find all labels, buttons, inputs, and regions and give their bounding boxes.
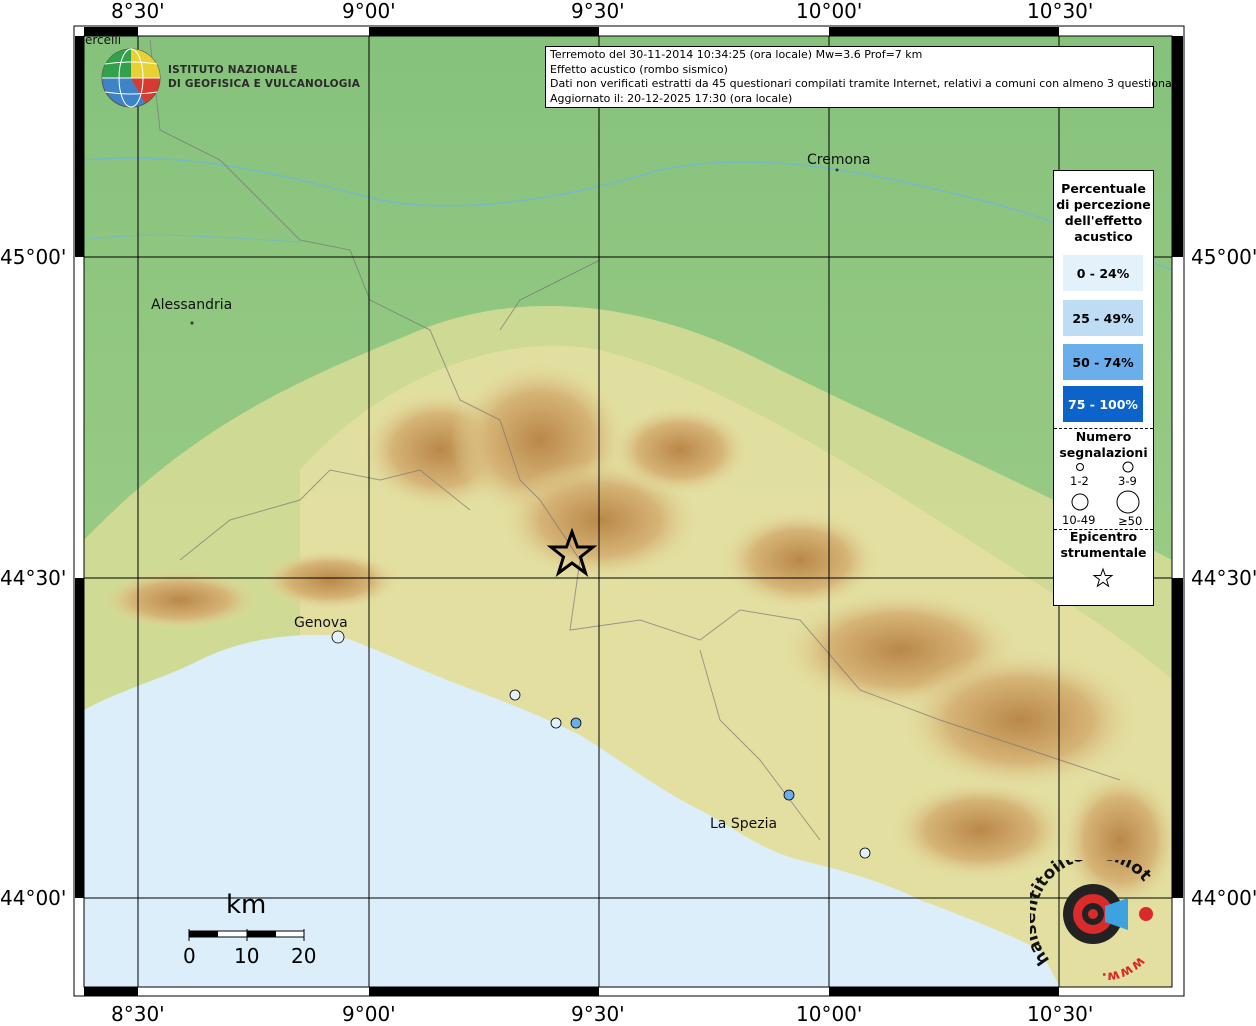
legend-title-line4: acustico xyxy=(1074,229,1133,244)
legend-count-3: 10-49 xyxy=(1062,513,1096,527)
top-lon-label: 8°30' xyxy=(111,0,165,23)
haisentito-logo-url: www. xyxy=(1101,953,1148,980)
top-lon-label: 10°30' xyxy=(1027,0,1094,23)
scale-tick-label: 0 xyxy=(183,944,196,968)
legend-count-4: ≥50 xyxy=(1118,514,1143,528)
event-info-box: Terremoto del 30-11-2014 10:34:25 (ora l… xyxy=(545,46,1183,108)
scale-tick-label: 20 xyxy=(291,944,317,968)
obs-marker-moneglia xyxy=(570,717,582,729)
haisentito-logo-text: haisentitoilterremoto.it xyxy=(1030,860,1155,969)
legend-star-icon xyxy=(1092,567,1114,588)
right-lat-label: 44°00' xyxy=(1191,886,1256,910)
bottom-lon-label: 8°30' xyxy=(111,1002,165,1026)
legend-count-1: 1-2 xyxy=(1070,474,1089,488)
legend-count-title-line1: Numero xyxy=(1075,429,1132,444)
city-label-vercelli: ercelli xyxy=(85,33,122,47)
scale-tick-label: 10 xyxy=(234,944,260,968)
left-lat-label: 44°30' xyxy=(0,566,67,590)
left-lat-label: 45°00' xyxy=(0,245,67,269)
obs-marker-chiavari xyxy=(509,689,521,701)
city-label-genova: Genova xyxy=(294,615,348,631)
bottom-lon-label: 9°30' xyxy=(571,1002,625,1026)
bottom-lon-label: 10°00' xyxy=(796,1002,863,1026)
obs-marker-carrara xyxy=(859,847,871,859)
legend-class-1: 25 - 49% xyxy=(1063,300,1143,336)
city-label-cremona: Cremona xyxy=(807,152,871,168)
ingv-logo-globe xyxy=(101,48,161,108)
legend-title-line1: Percentuale xyxy=(1061,181,1146,196)
legend-epi-title-line1: Epicentro xyxy=(1069,529,1138,544)
top-lon-label: 9°00' xyxy=(342,0,396,23)
city-label-la-spezia: La Spezia xyxy=(710,816,778,832)
bottom-lon-label: 10°30' xyxy=(1027,1002,1094,1026)
event-info-line4: Aggiornato il: 20-12-2025 17:30 (ora loc… xyxy=(550,91,793,105)
legend-panel: Percentuale di percezione dell'effetto a… xyxy=(1053,170,1154,606)
legend-class-3: 75 - 100% xyxy=(1063,386,1143,422)
top-lon-label: 9°30' xyxy=(571,0,625,23)
ingv-logo-line1: ISTITUTO NAZIONALE xyxy=(168,64,298,76)
legend-title-line3: dell'effetto xyxy=(1064,213,1143,228)
event-info-line2: Effetto acustico (rombo sismico) xyxy=(550,62,728,76)
obs-marker-sestri xyxy=(550,717,562,729)
ingv-logo-text: ISTITUTO NAZIONALE DI GEOFISICA E VULCAN… xyxy=(168,63,360,91)
obs-marker-levanto xyxy=(783,789,795,801)
legend-epi-title-line2: strumentale xyxy=(1060,545,1147,560)
haisentito-logo[interactable]: haisentitoilterremoto.it www. xyxy=(1030,860,1170,980)
top-lon-label: 10°00' xyxy=(796,0,863,23)
obs-marker-genova xyxy=(331,630,345,644)
legend-class-0: 0 - 24% xyxy=(1063,255,1143,291)
right-lat-label: 44°30' xyxy=(1191,566,1256,590)
terrain-layer xyxy=(84,36,1172,987)
left-lat-label: 44°00' xyxy=(0,886,67,910)
right-lat-label: 45°00' xyxy=(1191,245,1256,269)
city-label-alessandria: Alessandria xyxy=(151,297,233,313)
event-info-line3: Dati non verificati estratti da 45 quest… xyxy=(550,77,1183,90)
scale-unit-label: km xyxy=(226,890,267,920)
legend-count-2: 3-9 xyxy=(1118,474,1137,488)
legend-class-2: 50 - 74% xyxy=(1063,344,1143,380)
legend-title-line2: di percezione xyxy=(1056,197,1151,212)
event-info-line1: Terremoto del 30-11-2014 10:34:25 (ora l… xyxy=(550,48,923,61)
ingv-logo-line2: DI GEOFISICA E VULCANOLOGIA xyxy=(168,78,361,90)
bottom-lon-label: 9°00' xyxy=(342,1002,396,1026)
